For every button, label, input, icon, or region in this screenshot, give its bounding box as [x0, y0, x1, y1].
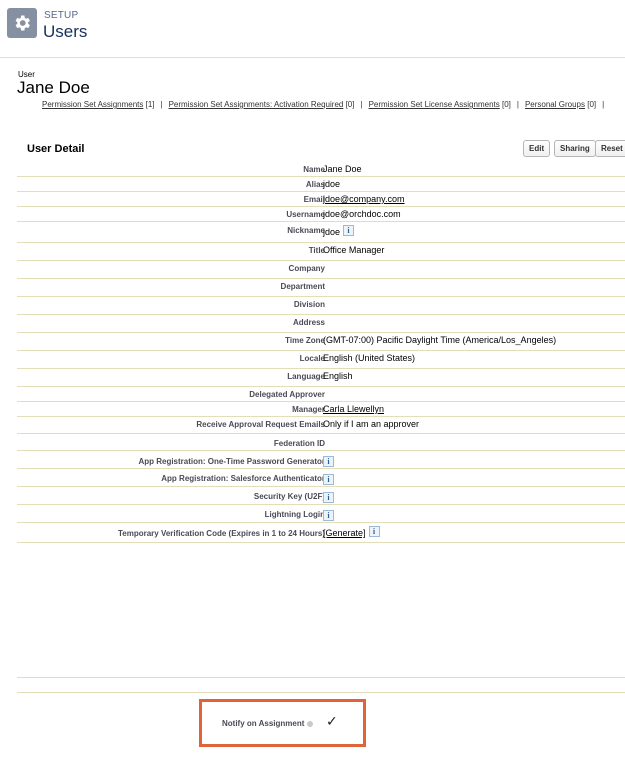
section-title: User Detail [27, 143, 85, 155]
related-link-personal-groups[interactable]: Personal Groups [0] [525, 100, 596, 109]
sharing-button[interactable]: Sharing [554, 140, 596, 157]
field-value: Jane Doe [323, 164, 362, 174]
row-otp-generator: App Registration: One-Time Password Gene… [17, 451, 625, 469]
field-label: Name [303, 165, 325, 174]
field-label: App Registration: One-Time Password Gene… [138, 457, 325, 466]
field-label: App Registration: Salesforce Authenticat… [161, 474, 325, 483]
related-link-permission-set-assignments[interactable]: Permission Set Assignments [1] [42, 100, 155, 109]
row-security-key: Security Key (U2F) i [17, 487, 625, 505]
row-manager: Manager Carla Llewellyn [17, 402, 625, 417]
field-label: Lightning Login [264, 510, 325, 519]
setup-label: SETUP [44, 10, 79, 21]
divider [17, 692, 625, 693]
detail-table: Name Jane Doe Alias jdoe Email jdoe@comp… [17, 162, 625, 543]
row-delegated-approver: Delegated Approver [17, 387, 625, 402]
row-address: Address [17, 315, 625, 333]
field-label: Federation ID [273, 439, 325, 448]
divider [17, 677, 625, 678]
row-department: Department [17, 279, 625, 297]
manager-link[interactable]: Carla Llewellyn [323, 404, 384, 414]
field-label: Language [287, 372, 325, 381]
field-label: Locale [299, 354, 325, 363]
row-title: Title Office Manager [17, 243, 625, 261]
row-company: Company [17, 261, 625, 279]
row-locale: Locale English (United States) [17, 351, 625, 369]
row-username: Username jdoe@orchdoc.com [17, 207, 625, 222]
field-value: (GMT-07:00) Pacific Daylight Time (Ameri… [323, 335, 557, 345]
field-label: Delegated Approver [249, 390, 325, 399]
field-value: Office Manager [323, 245, 385, 255]
field-label: Username [286, 210, 325, 219]
field-value: jdoe@orchdoc.com [323, 209, 401, 219]
field-value: jdoe [323, 227, 341, 237]
row-language: Language English [17, 369, 625, 387]
field-label: Department [280, 282, 325, 291]
field-label: Temporary Verification Code (Expires in … [117, 529, 325, 538]
related-list-links: Permission Set Assignments [1] | Permissio… [42, 100, 605, 109]
row-email: Email jdoe@company.com [17, 192, 625, 207]
field-label: Time Zone [285, 336, 325, 345]
info-icon[interactable]: i [323, 456, 334, 467]
info-icon[interactable]: i [368, 526, 380, 537]
field-label: Manager [292, 405, 325, 414]
record-title: Jane Doe [17, 78, 90, 97]
field-value: jdoe [323, 179, 341, 189]
field-value: English (United States) [323, 353, 416, 363]
generate-link[interactable]: [Generate] [323, 528, 366, 538]
field-label: Email [303, 195, 325, 204]
info-icon[interactable]: i [343, 224, 355, 236]
info-icon[interactable]: i [323, 492, 334, 503]
field-label: Nickname [287, 226, 325, 235]
info-icon[interactable]: i [323, 474, 334, 485]
user-detail-panel: User Jane Doe Permission Set Assignments… [0, 57, 625, 760]
field-label: Company [288, 264, 325, 273]
field-label: Security Key (U2F) [253, 492, 325, 501]
setup-header: SETUP Users [0, 0, 625, 56]
row-time-zone: Time Zone (GMT-07:00) Pacific Daylight T… [17, 333, 625, 351]
checkmark-icon: ✓ [326, 714, 338, 730]
reset-password-button[interactable]: Reset P [595, 140, 625, 157]
row-division: Division [17, 297, 625, 315]
page-title: Users [43, 22, 88, 41]
help-icon[interactable] [307, 721, 313, 727]
related-link-activation-required[interactable]: Permission Set Assignments: Activation R… [169, 100, 355, 109]
field-value: Only if I am an approver [323, 419, 420, 429]
row-approval-emails: Receive Approval Request Emails Only if … [17, 417, 625, 434]
field-value: English [323, 371, 353, 381]
row-temp-verification-code: Temporary Verification Code (Expires in … [17, 523, 625, 543]
row-alias: Alias jdoe [17, 177, 625, 192]
gear-icon [7, 8, 37, 38]
field-label: Receive Approval Request Emails [196, 420, 325, 429]
row-lightning-login: Lightning Login i [17, 505, 625, 523]
row-nickname: Nickname jdoe i [17, 222, 625, 243]
row-name: Name Jane Doe [17, 162, 625, 177]
edit-button[interactable]: Edit [523, 140, 551, 157]
field-label: Division [293, 300, 325, 309]
related-link-permission-set-license[interactable]: Permission Set License Assignments [0] [369, 100, 511, 109]
row-federation-id: Federation ID [17, 434, 625, 451]
notify-on-assignment-label: Notify on Assignment [222, 719, 305, 728]
row-salesforce-authenticator: App Registration: Salesforce Authenticat… [17, 469, 625, 487]
email-link[interactable]: jdoe@company.com [323, 194, 405, 204]
info-icon[interactable]: i [323, 510, 334, 521]
field-label: Address [292, 318, 325, 327]
